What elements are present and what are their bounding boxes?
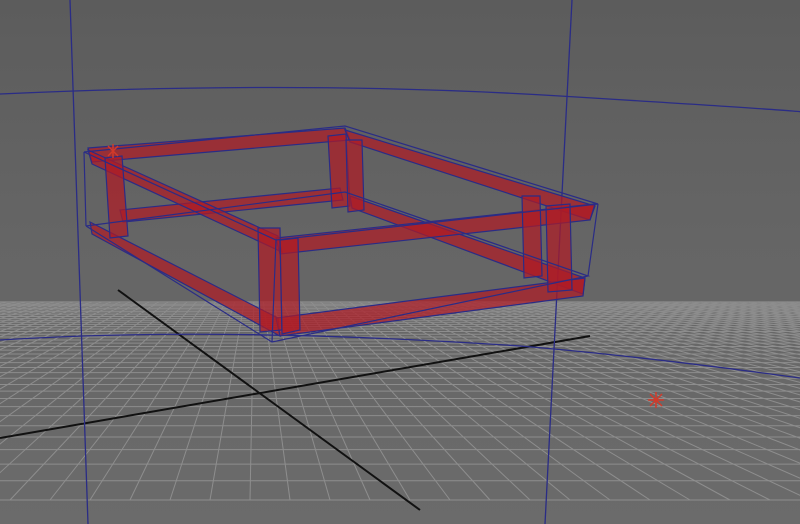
bbox-edge-1 bbox=[83, 151, 87, 227]
post-front-left[interactable] bbox=[257, 227, 283, 333]
3d-viewport[interactable] bbox=[0, 0, 800, 524]
post-front-left-b[interactable] bbox=[279, 237, 301, 335]
guide-lines bbox=[0, 0, 800, 524]
ground-grid bbox=[0, 301, 800, 501]
beam-back-top[interactable] bbox=[87, 127, 351, 163]
post-front-right-b[interactable] bbox=[545, 203, 573, 293]
pivot-marker-world[interactable] bbox=[648, 392, 664, 408]
guide-vertical-left bbox=[69, 0, 89, 524]
post-front-right[interactable] bbox=[521, 195, 543, 279]
post-back-right-b[interactable] bbox=[345, 139, 365, 213]
beam-left-bottom[interactable] bbox=[89, 220, 281, 338]
guide-top-curve bbox=[0, 86, 800, 113]
scene-canvas[interactable] bbox=[0, 0, 800, 524]
